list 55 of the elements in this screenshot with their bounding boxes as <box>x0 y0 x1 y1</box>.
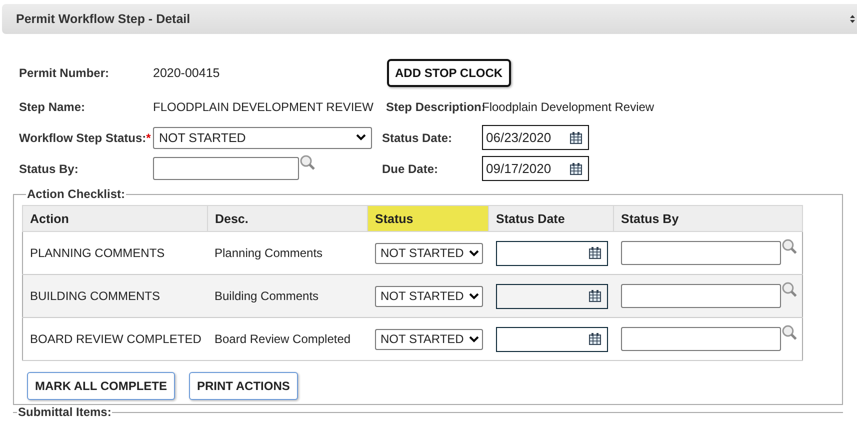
calendar-icon[interactable] <box>588 247 600 259</box>
search-icon[interactable] <box>300 155 315 170</box>
chevron-down-icon <box>468 336 478 342</box>
chevron-down-icon <box>468 292 478 300</box>
field-label: Status By: <box>19 162 80 176</box>
field-label: Status Date: <box>382 130 454 144</box>
search-icon[interactable] <box>782 282 797 297</box>
permit-number: 2020-00415 <box>153 66 221 80</box>
step-name: FLOODPLAIN DEVELOPMENT REVIEW <box>153 100 374 114</box>
status-by-field[interactable] <box>620 284 782 308</box>
date-field[interactable] <box>496 326 608 352</box>
table-cell: Building Comments <box>214 289 319 303</box>
column-header[interactable]: Status <box>368 206 488 232</box>
table-cell: Planning Comments <box>214 246 323 260</box>
calendar-icon[interactable] <box>588 333 600 345</box>
collapse-icon[interactable] <box>850 14 855 24</box>
search-icon[interactable] <box>782 239 797 254</box>
field-label: Step Name: <box>19 100 86 114</box>
required-mark: * <box>146 130 151 144</box>
status-by-field[interactable] <box>620 241 782 265</box>
chevron-down-icon <box>468 250 478 256</box>
calendar-icon[interactable] <box>570 162 582 174</box>
panel-title: Permit Workflow Step - Detail <box>16 12 190 26</box>
add-stop-clock-button[interactable]: ADD STOP CLOCK <box>387 59 511 87</box>
step-description: Floodplain Development Review <box>482 100 656 114</box>
field-label: Workflow Step Status: <box>19 130 146 144</box>
section-legend: Action Checklist: <box>26 187 126 201</box>
column-header[interactable]: Status By <box>614 206 802 232</box>
action-button[interactable]: PRINT ACTIONS <box>189 372 298 400</box>
section-legend: Submittal Items: <box>17 405 112 419</box>
search-icon[interactable] <box>782 325 797 340</box>
column-header[interactable]: Desc. <box>208 206 368 232</box>
date-field[interactable]: 09/17/2020 <box>482 156 589 181</box>
field-label: Due Date: <box>382 162 440 176</box>
table-cell: BUILDING COMMENTS <box>30 289 160 303</box>
status-select[interactable]: NOT STARTED <box>153 126 372 148</box>
table-cell: BOARD REVIEW COMPLETED <box>30 332 202 346</box>
field-label: Permit Number: <box>19 66 110 80</box>
action-button[interactable]: MARK ALL COMPLETE <box>27 372 175 400</box>
table-cell: PLANNING COMMENTS <box>30 246 165 260</box>
calendar-icon[interactable] <box>570 132 582 144</box>
column-header[interactable]: Action <box>22 206 208 232</box>
chevron-down-icon <box>356 134 366 141</box>
status-select[interactable]: NOT STARTED <box>374 286 482 306</box>
date-field[interactable] <box>496 240 608 266</box>
date-field[interactable] <box>496 284 608 308</box>
status-select[interactable]: NOT STARTED <box>374 242 482 264</box>
date-field[interactable]: 06/23/2020 <box>482 125 589 150</box>
status-by-field[interactable] <box>153 157 299 180</box>
column-header[interactable]: Status Date <box>488 206 614 232</box>
table-cell: Board Review Completed <box>214 332 351 346</box>
calendar-icon[interactable] <box>588 290 600 302</box>
status-select[interactable]: NOT STARTED <box>374 328 482 350</box>
status-by-field[interactable] <box>620 327 782 351</box>
field-label: Step Description: <box>386 100 482 114</box>
